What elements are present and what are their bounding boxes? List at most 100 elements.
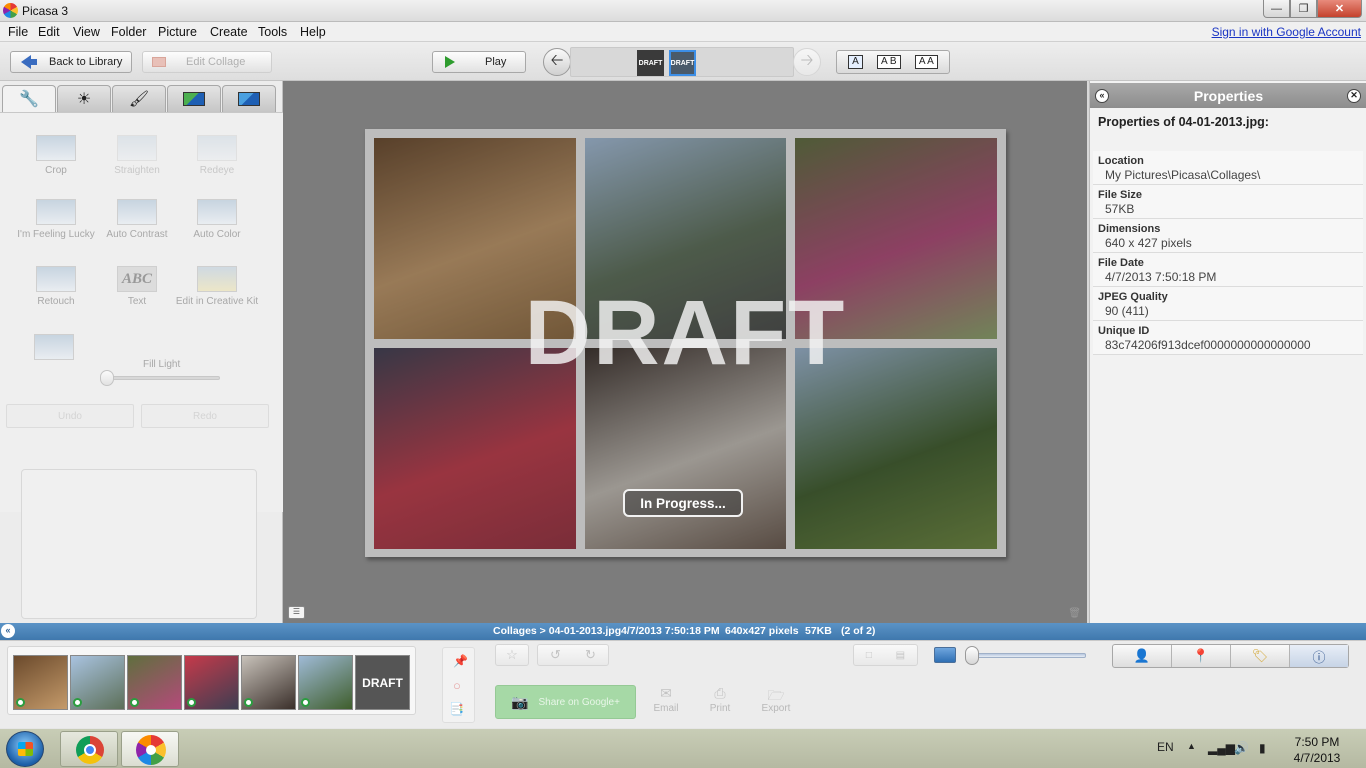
status-path: Collages > 04-01-2013.jpg	[493, 625, 622, 637]
people-panel-button[interactable]: 👤	[1113, 645, 1172, 667]
tray-thumbnail[interactable]	[184, 655, 239, 710]
filmstrip-thumb-selected[interactable]: DRAFT	[669, 50, 696, 76]
edit-collage-button[interactable]: Edit Collage	[142, 51, 272, 73]
tray-thumbnail[interactable]	[70, 655, 125, 710]
tab-effects-2[interactable]	[167, 85, 221, 112]
prop-location: Location My Pictures\Picasa\Collages\	[1093, 151, 1363, 185]
undo-button[interactable]: Undo	[6, 404, 134, 428]
fill-light-thumb-icon	[34, 334, 74, 360]
share-google-plus-button[interactable]: 📷 Share on Google+	[495, 685, 636, 719]
tray-thumbnail-draft[interactable]: DRAFT	[355, 655, 410, 710]
sign-in-link[interactable]: Sign in with Google Account	[1212, 25, 1361, 39]
tags-panel-button[interactable]: 🏷	[1231, 645, 1290, 667]
menu-view[interactable]: View	[73, 25, 100, 39]
show-hidden-icons-icon[interactable]: ▲	[1187, 741, 1196, 751]
close-panel-icon[interactable]: ✕	[1347, 89, 1361, 103]
edit-panel: 🔧 ☀ 🖌 Crop Straighten Redeye I'm Feeling…	[0, 81, 283, 623]
tray-thumbnail[interactable]	[241, 655, 296, 710]
filmstrip-thumb[interactable]: DRAFT	[637, 50, 664, 76]
compare-view-button[interactable]: A B	[877, 55, 901, 69]
tab-effects[interactable]: 🖌	[112, 85, 166, 112]
feeling-lucky-tool[interactable]: I'm Feeling Lucky	[14, 199, 98, 240]
tray-thumbnail[interactable]	[298, 655, 353, 710]
auto-color-tool[interactable]: Auto Color	[175, 199, 259, 240]
taskbar-chrome[interactable]	[60, 731, 118, 767]
fill-light-slider-knob[interactable]	[100, 370, 114, 386]
redo-button[interactable]: Redo	[141, 404, 269, 428]
rotate-right-icon[interactable]: ↻	[585, 647, 596, 663]
export-action[interactable]: 🗁 Export	[756, 685, 796, 714]
windows-taskbar: EN ▲ ▂▄▆ 🔊 ▮ 7:50 PM 4/7/2013	[0, 728, 1366, 768]
redeye-tool[interactable]: Redeye	[175, 135, 259, 176]
play-button[interactable]: Play	[432, 51, 526, 73]
close-button[interactable]: ✕	[1317, 0, 1362, 18]
auto-color-label: Auto Color	[193, 229, 241, 240]
restore-button[interactable]: ❐	[1290, 0, 1317, 18]
menu-create[interactable]: Create	[210, 25, 248, 39]
menu-picture[interactable]: Picture	[158, 25, 197, 39]
email-action[interactable]: ✉ Email	[646, 685, 686, 714]
menu-file[interactable]: File	[8, 25, 28, 39]
thumbnail-zoom-knob[interactable]	[965, 646, 979, 665]
person-icon: 👤	[1133, 648, 1151, 663]
redeye-label: Redeye	[199, 165, 235, 176]
thumbnail-zoom-slider[interactable]	[968, 653, 1086, 658]
minimize-button[interactable]: —	[1263, 0, 1290, 18]
previous-photo-button[interactable]: 🡠	[543, 48, 571, 76]
zoom-thumbnail-icon	[934, 647, 956, 663]
tray-thumbnail[interactable]	[13, 655, 68, 710]
collapse-left-icon[interactable]: «	[1095, 89, 1109, 103]
text-label: Text	[127, 296, 147, 307]
clear-selection-icon[interactable]: ○	[453, 678, 461, 693]
back-to-library-button[interactable]: Back to Library	[10, 51, 132, 73]
single-view-button[interactable]: A	[848, 55, 863, 69]
properties-panel-button[interactable]: ⓘ	[1290, 645, 1348, 667]
tab-basic-fixes[interactable]: 🔧	[2, 85, 56, 112]
straighten-tool[interactable]: Straighten	[95, 135, 179, 176]
battery-icon[interactable]: ▮	[1259, 741, 1266, 755]
trash-icon[interactable]: 🗑	[1068, 608, 1081, 619]
system-clock[interactable]: 7:50 PM 4/7/2013	[1287, 734, 1347, 766]
retouch-tool[interactable]: Retouch	[14, 266, 98, 307]
text-tool[interactable]: ABC Text	[95, 266, 179, 307]
menu-tools[interactable]: Tools	[258, 25, 287, 39]
menu-folder[interactable]: Folder	[111, 25, 146, 39]
language-indicator[interactable]: EN	[1157, 740, 1174, 754]
volume-icon[interactable]: 🔊	[1234, 741, 1249, 755]
caption-thumbs-icon[interactable]: ▤	[896, 650, 905, 661]
start-button[interactable]	[6, 731, 44, 767]
prop-value: 90 (411)	[1105, 304, 1149, 318]
creative-kit-tool[interactable]: Edit in Creative Kit	[175, 266, 259, 307]
caption-icon[interactable]: ☰	[288, 606, 305, 619]
print-action[interactable]: ⎙ Print	[700, 685, 740, 714]
prop-key: Location	[1098, 155, 1144, 167]
tab-effects-3[interactable]	[222, 85, 276, 112]
rotate-group: ↺ ↻	[537, 644, 609, 666]
network-signal-icon[interactable]: ▂▄▆	[1208, 741, 1235, 755]
menu-edit[interactable]: Edit	[38, 25, 60, 39]
taskbar-picasa[interactable]	[121, 731, 179, 767]
in-progress-button[interactable]: In Progress...	[623, 489, 743, 517]
places-panel-button[interactable]: 📍	[1172, 645, 1231, 667]
rotate-left-icon[interactable]: ↺	[550, 647, 561, 663]
prop-key: JPEG Quality	[1098, 291, 1168, 303]
tray-thumbnail[interactable]	[127, 655, 182, 710]
auto-contrast-tool[interactable]: Auto Contrast	[95, 199, 179, 240]
auto-color-thumb-icon	[197, 199, 237, 225]
properties-subtitle: Properties of 04-01-2013.jpg:	[1098, 115, 1269, 129]
play-icon	[445, 56, 455, 68]
add-to-album-icon[interactable]: 📑	[449, 702, 464, 716]
collapse-tray-icon[interactable]: «	[1, 624, 15, 638]
small-thumbs-icon[interactable]: □	[866, 650, 872, 661]
photo-viewer: DRAFT In Progress... ☰ 🗑	[283, 81, 1087, 623]
prop-value: My Pictures\Picasa\Collages\	[1105, 168, 1261, 182]
pin-icon[interactable]: 📌	[453, 654, 468, 668]
dual-view-button[interactable]: A A	[914, 55, 938, 69]
star-button[interactable]: ☆	[495, 644, 529, 666]
crop-tool[interactable]: Crop	[14, 135, 98, 176]
fill-light-slider[interactable]	[102, 376, 220, 380]
tab-tuning[interactable]: ☀	[57, 85, 111, 112]
menu-help[interactable]: Help	[300, 25, 326, 39]
export-label: Export	[761, 703, 791, 714]
next-photo-button[interactable]: 🡢	[793, 48, 821, 76]
